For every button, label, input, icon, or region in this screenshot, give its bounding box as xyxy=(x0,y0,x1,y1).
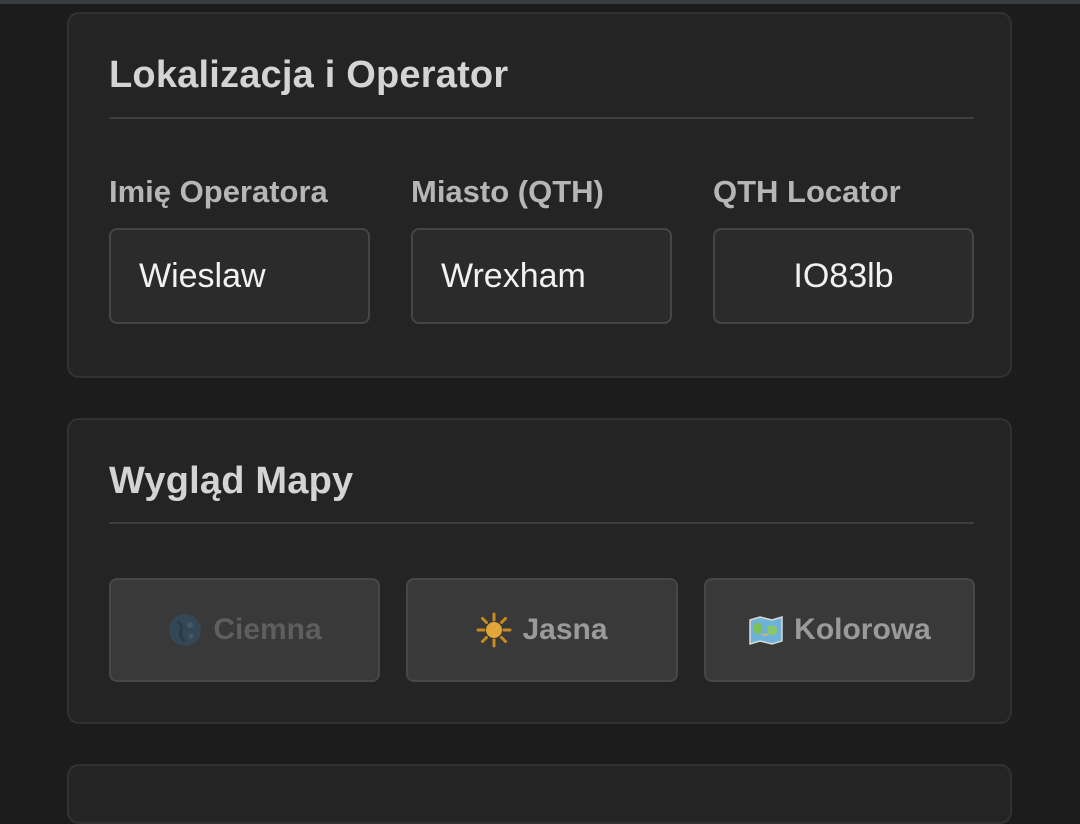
theme-dark-button[interactable]: Ciemna xyxy=(109,578,380,682)
operator-name-label: Imię Operatora xyxy=(109,174,328,209)
sun-icon xyxy=(476,612,512,648)
section-title: Lokalizacja i Operator xyxy=(109,54,509,96)
theme-light-label: Jasna xyxy=(522,613,608,646)
next-section-card xyxy=(67,764,1012,824)
theme-colorful-label: Kolorowa xyxy=(794,613,931,646)
top-edge-strip xyxy=(0,0,1080,4)
section-divider xyxy=(109,117,974,119)
location-operator-card: Lokalizacja i Operator Imię Operatora Mi… xyxy=(67,12,1012,378)
city-qth-label: Miasto (QTH) xyxy=(411,174,604,209)
qth-locator-label: QTH Locator xyxy=(713,174,901,209)
theme-colorful-button[interactable]: Kolorowa xyxy=(704,578,975,682)
qth-locator-input[interactable] xyxy=(713,228,974,324)
section-divider xyxy=(109,522,974,524)
map-appearance-card: Wygląd Mapy Ciemna Jasna Kolorowa xyxy=(67,418,1012,724)
theme-light-button[interactable]: Jasna xyxy=(406,578,678,682)
theme-dark-label: Ciemna xyxy=(213,613,322,646)
map-icon xyxy=(748,612,784,648)
moon-icon xyxy=(167,612,203,648)
section-title: Wygląd Mapy xyxy=(109,460,354,502)
operator-name-input[interactable] xyxy=(109,228,370,324)
city-qth-input[interactable] xyxy=(411,228,672,324)
